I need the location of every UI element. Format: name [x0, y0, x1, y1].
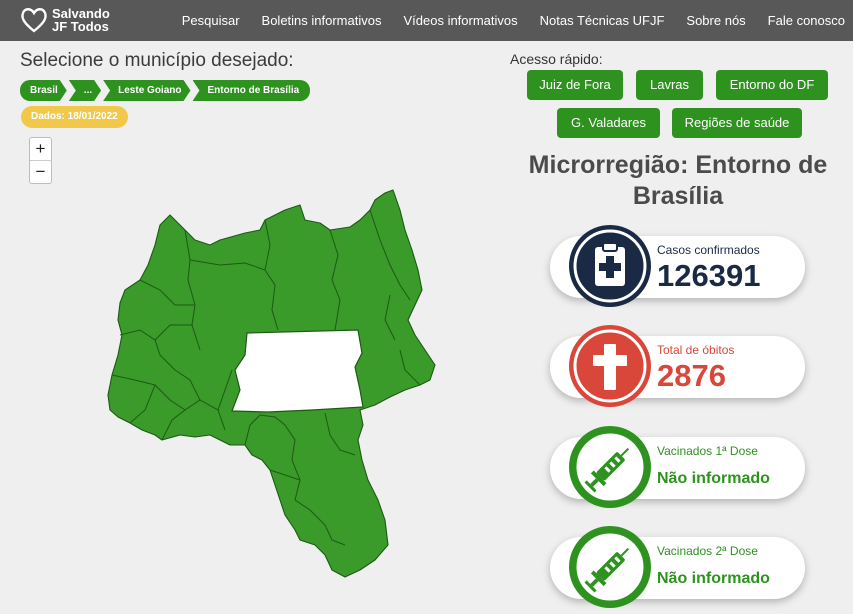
- nav-boletins[interactable]: Boletins informativos: [262, 13, 382, 28]
- nav-fale-conosco[interactable]: Fale conosco: [768, 13, 845, 28]
- logo-line-2: JF Todos: [52, 19, 109, 34]
- heart-logo-icon: [21, 8, 47, 33]
- site-logo[interactable]: Salvando JF Todos: [19, 5, 110, 35]
- main-menu: Pesquisar Boletins informativos Vídeos i…: [182, 0, 853, 41]
- zoom-out-button[interactable]: −: [30, 161, 51, 184]
- region-title: Microrregião: Entorno de Brasília: [528, 151, 828, 210]
- stat-label-dose1: Vacinados 1ª Dose: [657, 444, 758, 458]
- nav-videos[interactable]: Vídeos informativos: [403, 13, 517, 28]
- stat-value-cases: 126391: [657, 258, 761, 293]
- breadcrumb-ellipsis[interactable]: ...: [69, 80, 101, 101]
- data-date-badge: Dados: 18/01/2022: [21, 106, 128, 128]
- quick-access-label: Acesso rápido:: [510, 51, 603, 67]
- breadcrumb-entorno[interactable]: Entorno de Brasília: [192, 80, 311, 101]
- breadcrumb-brasil[interactable]: Brasil: [20, 80, 67, 101]
- page-title: Selecione o município desejado:: [20, 50, 294, 71]
- breadcrumb: Brasil ... Leste Goiano Entorno de Brasí…: [20, 80, 312, 101]
- nav-sobre-nos[interactable]: Sobre nós: [686, 13, 745, 28]
- clipboard-icon: [569, 225, 651, 307]
- syringe-icon: [569, 426, 651, 508]
- quick-regioes-saude-button[interactable]: Regiões de saúde: [672, 108, 802, 138]
- quick-g-valadares-button[interactable]: G. Valadares: [557, 108, 660, 138]
- quick-juiz-de-fora-button[interactable]: Juiz de Fora: [527, 70, 623, 100]
- quick-entorno-df-button[interactable]: Entorno do DF: [716, 70, 828, 100]
- nav-notas-tecnicas[interactable]: Notas Técnicas UFJF: [540, 13, 665, 28]
- zoom-in-button[interactable]: +: [30, 138, 51, 161]
- syringe-icon: [569, 526, 651, 608]
- cross-icon: [569, 325, 651, 407]
- stat-value-deaths: 2876: [657, 358, 726, 393]
- map-zoom-control: + −: [29, 137, 52, 184]
- stat-label-deaths: Total de óbitos: [657, 343, 735, 357]
- top-navigation-bar: Salvando JF Todos Pesquisar Boletins inf…: [0, 0, 853, 41]
- stat-label-cases: Casos confirmados: [657, 243, 760, 257]
- stat-label-dose2: Vacinados 2ª Dose: [657, 544, 758, 558]
- nav-pesquisar[interactable]: Pesquisar: [182, 13, 240, 28]
- quick-lavras-button[interactable]: Lavras: [636, 70, 703, 100]
- distrito-federal-cutout: [231, 329, 364, 413]
- stat-value-dose2: Não informado: [657, 570, 770, 587]
- municipality-map[interactable]: [100, 185, 440, 580]
- stat-value-dose1: Não informado: [657, 470, 770, 487]
- breadcrumb-leste-goiano[interactable]: Leste Goiano: [103, 80, 190, 101]
